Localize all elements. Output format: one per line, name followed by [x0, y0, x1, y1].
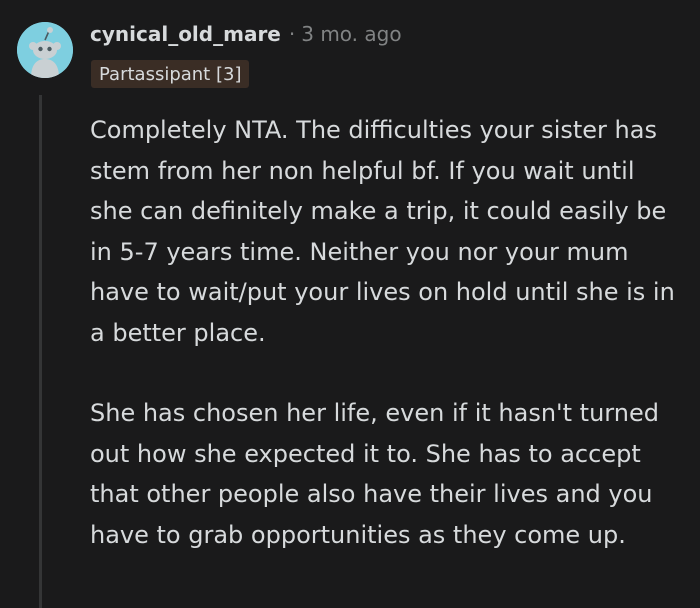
- comment-header: cynical_old_mare · 3 mo. ago: [90, 18, 402, 50]
- comment-paragraph: She has chosen her life, even if it hasn…: [90, 399, 659, 549]
- thread-collapse-line[interactable]: [39, 95, 42, 608]
- comment-body: Completely NTA. The difficulties your si…: [90, 110, 680, 555]
- user-flair: Partassipant [3]: [91, 60, 250, 88]
- avatar[interactable]: [17, 22, 73, 78]
- timestamp[interactable]: 3 mo. ago: [301, 22, 401, 46]
- comment: cynical_old_mare · 3 mo. ago Partassipan…: [0, 0, 700, 608]
- comment-paragraph: Completely NTA. The difficulties your si…: [90, 116, 675, 347]
- username-link[interactable]: cynical_old_mare: [90, 22, 281, 46]
- separator-dot: ·: [288, 22, 296, 46]
- reddit-snoo-icon: [17, 22, 73, 78]
